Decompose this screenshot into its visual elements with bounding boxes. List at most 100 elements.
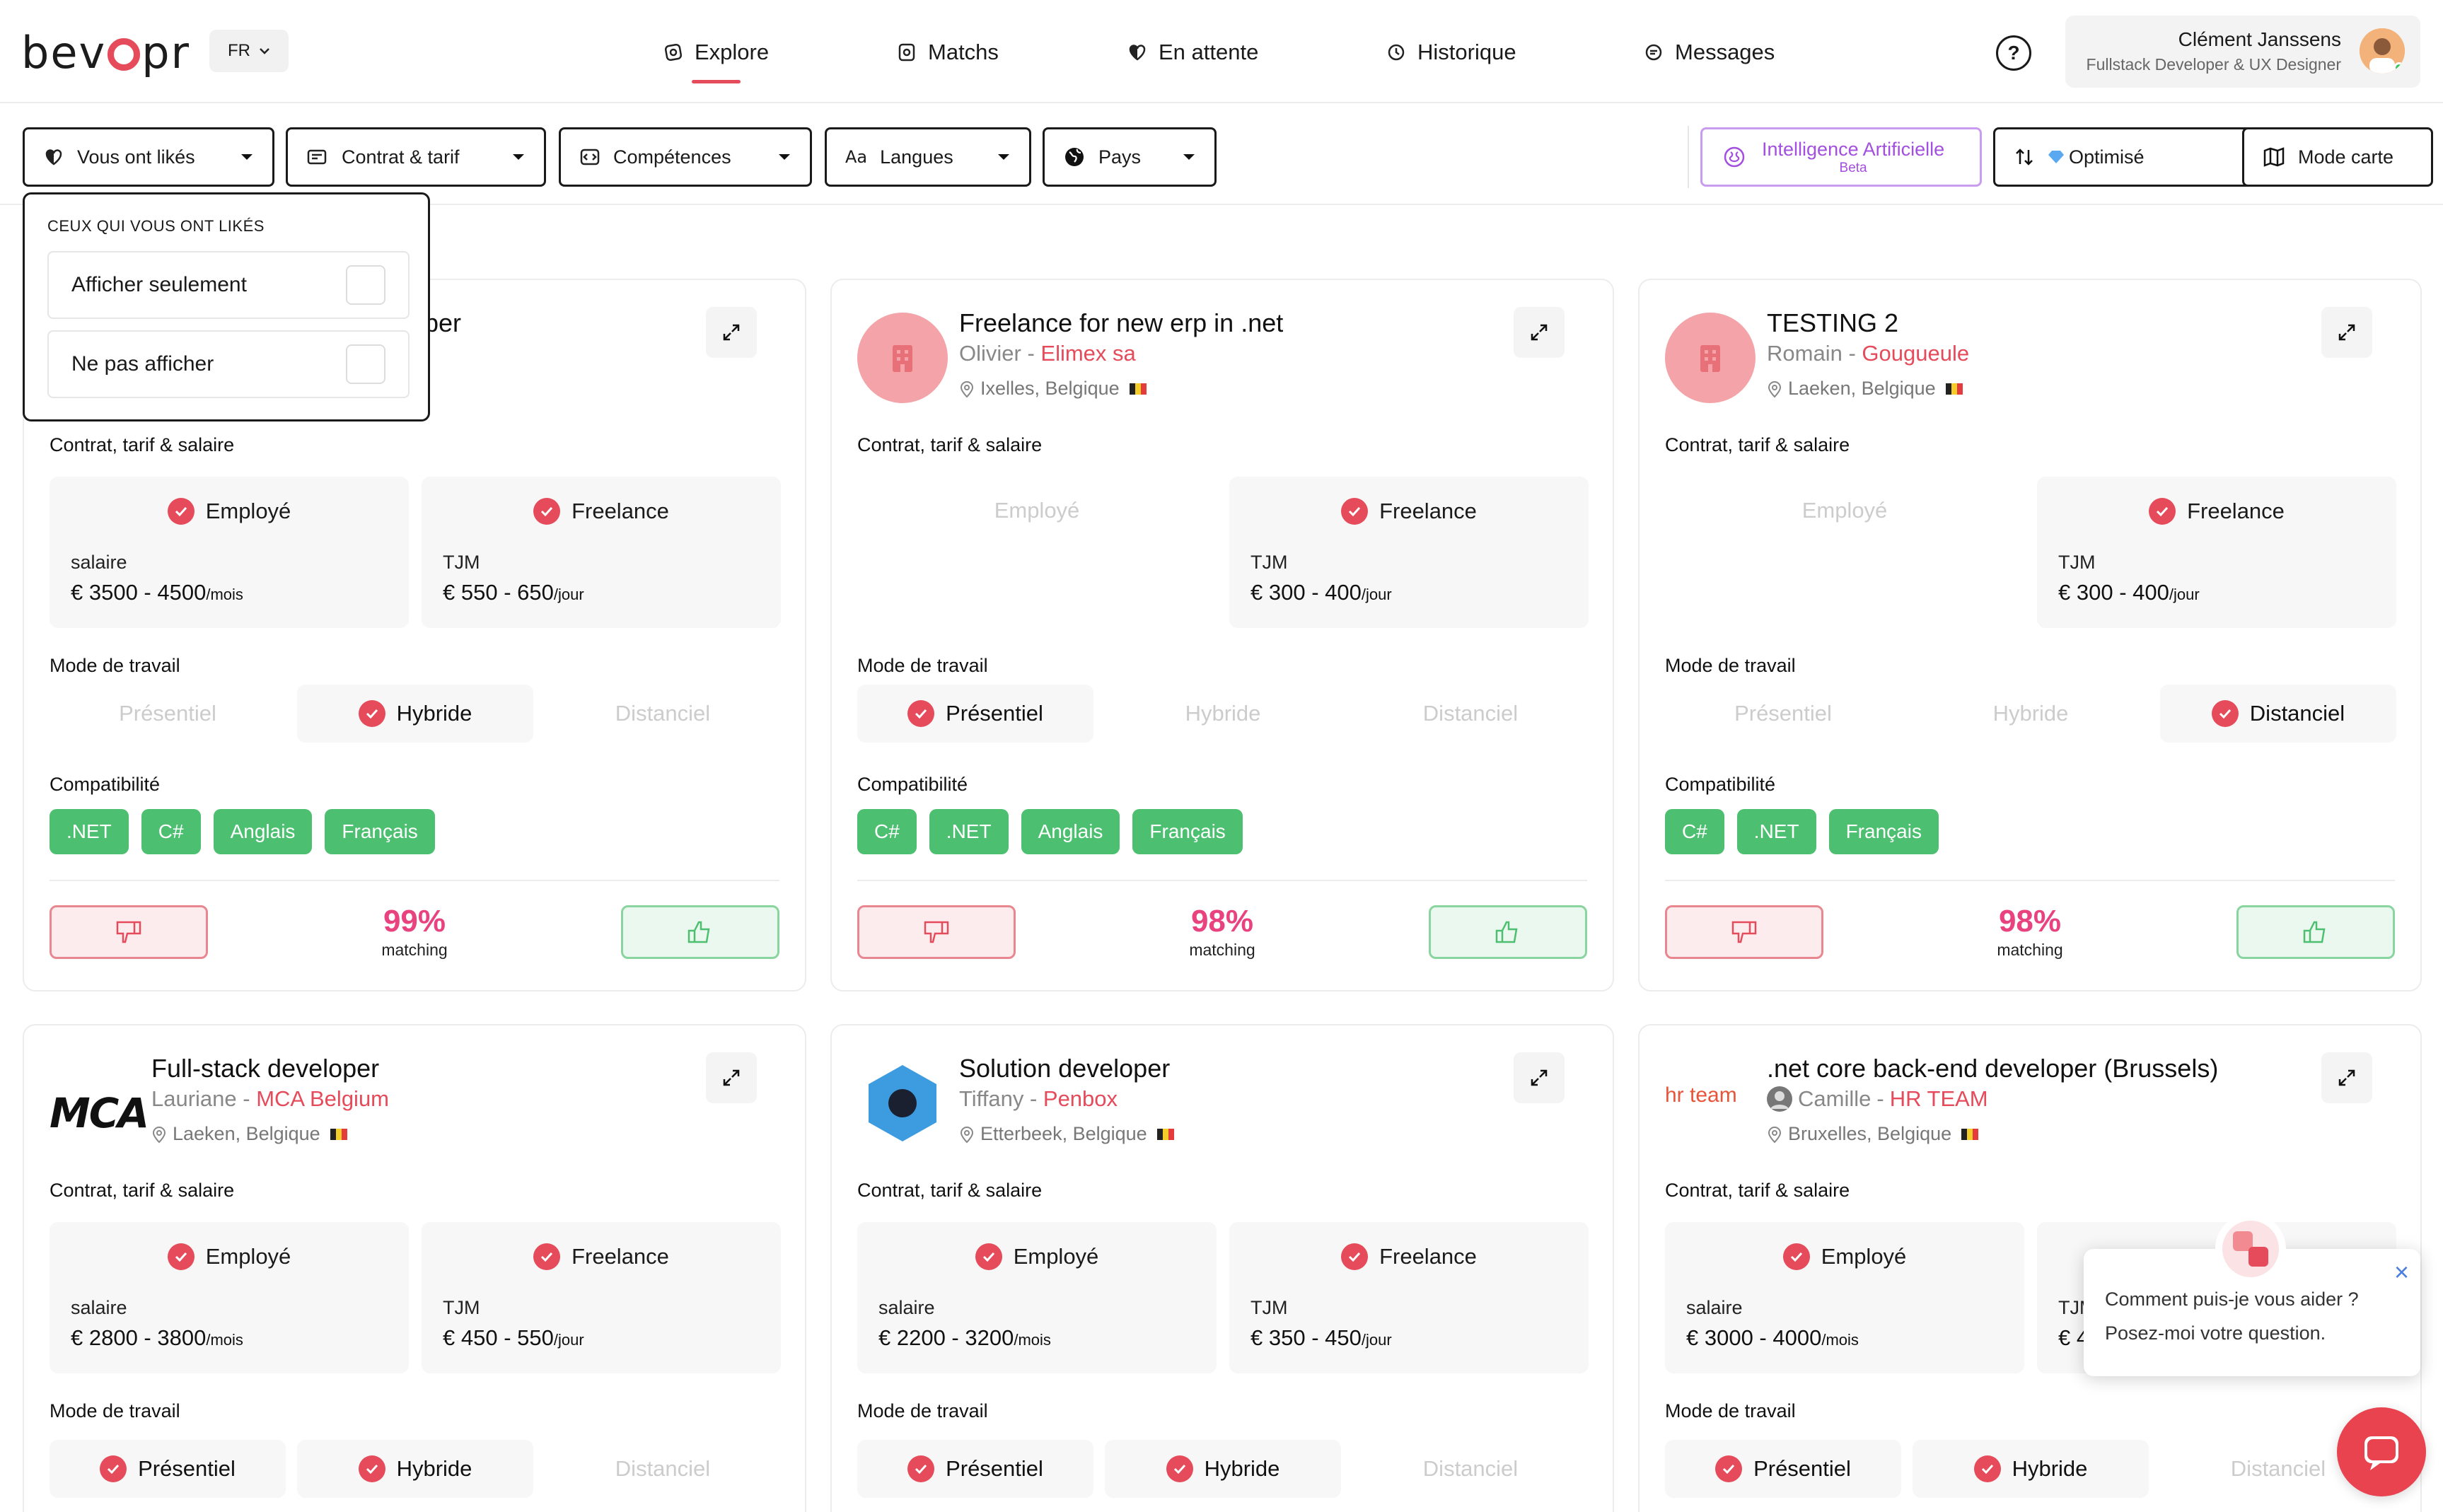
- filter-contract-button[interactable]: Contrat & tarif: [286, 127, 546, 187]
- company-link[interactable]: MCA Belgium: [256, 1086, 389, 1111]
- contract-employee: Employé salaire € 3000 - 4000/mois: [1665, 1222, 2024, 1373]
- location-pin-icon: [960, 1126, 974, 1143]
- check-icon: [533, 498, 561, 525]
- check-icon: [1166, 1455, 1193, 1482]
- tjm-value: € 350 - 450/jour: [1250, 1325, 1392, 1350]
- compat-title: Compatibilité: [50, 774, 161, 795]
- expand-button[interactable]: [706, 1052, 757, 1103]
- company-link[interactable]: Gougueule: [1862, 341, 1969, 366]
- tjm-label: TJM: [1250, 1297, 1288, 1318]
- close-icon[interactable]: ×: [2394, 1257, 2409, 1287]
- filter-liked-button[interactable]: Vous ont likés: [23, 127, 274, 187]
- liked-dropdown: CEUX QUI VOUS ONT LIKÉS Afficher seuleme…: [23, 192, 430, 421]
- diamond-icon: [2048, 151, 2064, 163]
- sort-button[interactable]: Optimisé: [1993, 127, 2276, 187]
- nav-historique[interactable]: Historique: [1386, 31, 1516, 74]
- employee-label: Employé: [1013, 1244, 1099, 1269]
- salary-label: salaire: [71, 552, 127, 573]
- mode-hybrid: Hybride: [1992, 701, 2069, 726]
- chat-greeting: Comment puis-je vous aider ?: [2105, 1289, 2359, 1310]
- skill-tag: Français: [325, 809, 435, 854]
- avatar: [2360, 28, 2405, 74]
- company-link[interactable]: HR TEAM: [1890, 1086, 1988, 1112]
- expand-icon: [1531, 324, 1548, 341]
- filter-country-button[interactable]: Pays: [1043, 127, 1217, 187]
- expand-icon: [723, 324, 740, 341]
- ai-filter-button[interactable]: Intelligence Artificielle Beta: [1700, 127, 1982, 187]
- tjm-label: TJM: [443, 1297, 480, 1318]
- expand-button[interactable]: [2321, 1052, 2372, 1103]
- contract-employee: Employé: [1665, 477, 2024, 628]
- expand-icon: [1531, 1069, 1548, 1086]
- work-mode-title: Mode de travail: [857, 655, 988, 676]
- contract-section-title: Contrat, tarif & salaire: [50, 434, 235, 455]
- skill-tag: Français: [1132, 809, 1243, 854]
- like-button[interactable]: [621, 905, 779, 959]
- code-icon: [580, 149, 600, 165]
- active-tab-indicator: [692, 80, 741, 83]
- expand-button[interactable]: [706, 307, 757, 358]
- check-icon: [358, 700, 385, 727]
- mode-onsite: Présentiel: [1734, 701, 1832, 726]
- job-card[interactable]: Freelance for new erp in .net Olivier - …: [830, 279, 1614, 991]
- contract-freelance: Freelance TJM € 450 - 550/jour: [422, 1222, 781, 1373]
- expand-button[interactable]: [1514, 307, 1565, 358]
- freelance-label: Freelance: [571, 499, 669, 523]
- expand-button[interactable]: [2321, 307, 2372, 358]
- company-link[interactable]: Elimex sa: [1040, 341, 1135, 366]
- job-title: Solution developer: [959, 1054, 1171, 1083]
- work-mode-title: Mode de travail: [1665, 655, 1796, 676]
- filter-liked-label: Vous ont likés: [77, 146, 195, 168]
- card-divider: [857, 880, 1587, 881]
- like-button[interactable]: [1429, 905, 1587, 959]
- company-link[interactable]: Penbox: [1043, 1086, 1118, 1111]
- tjm-label: TJM: [443, 552, 480, 573]
- expand-button[interactable]: [1514, 1052, 1565, 1103]
- chat-bubble-icon: [2364, 1436, 2398, 1470]
- tjm-value: € 450 - 550/jour: [443, 1325, 584, 1350]
- expand-icon: [2338, 1069, 2355, 1086]
- job-contact: Tiffany - Penbox: [959, 1086, 1118, 1111]
- language-select[interactable]: FR: [209, 30, 289, 72]
- user-profile[interactable]: Clément Janssens Fullstack Developer & U…: [2065, 16, 2420, 88]
- nav-explore[interactable]: Explore: [663, 31, 769, 83]
- tjm-label: TJM: [1250, 552, 1288, 573]
- job-card[interactable]: TESTING 2 Romain - Gougueule Laeken, Bel…: [1638, 279, 2422, 991]
- option-hide-checkbox[interactable]: [346, 344, 385, 384]
- freelance-label: Freelance: [1379, 1244, 1477, 1269]
- job-card[interactable]: MCA Full-stack developer Lauriane - MCA …: [23, 1024, 806, 1512]
- chat-button[interactable]: [2337, 1407, 2426, 1496]
- nav-en-attente[interactable]: En attente: [1127, 31, 1258, 74]
- sort-label: Optimisé: [2069, 146, 2145, 168]
- skill-tags: C# .NET Français: [1665, 809, 1939, 854]
- work-mode-title: Mode de travail: [857, 1400, 988, 1421]
- option-hide[interactable]: Ne pas afficher: [47, 330, 410, 398]
- message-icon: [1645, 44, 1662, 61]
- mode-remote: Distanciel: [615, 1456, 711, 1481]
- filter-skills-button[interactable]: Compétences: [559, 127, 812, 187]
- filter-languages-button[interactable]: Aa Langues: [825, 127, 1031, 187]
- option-show-only-checkbox[interactable]: [346, 265, 385, 305]
- freelance-label: Freelance: [2187, 499, 2285, 523]
- chatbot-logo: [2215, 1214, 2286, 1284]
- like-button[interactable]: [2236, 905, 2395, 959]
- map-mode-button[interactable]: Mode carte: [2242, 127, 2433, 187]
- mode-hybrid: Hybride: [1913, 1440, 2149, 1498]
- heart-half-icon: [1129, 45, 1146, 61]
- salary-value: € 2200 - 3200/mois: [878, 1325, 1051, 1350]
- mode-onsite: Présentiel: [857, 1440, 1093, 1498]
- belgium-flag-icon: [330, 1128, 347, 1140]
- bevopr-logo[interactable]: bev pr: [21, 27, 190, 78]
- chevron-down-icon: [260, 48, 269, 54]
- contract-section-title: Contrat, tarif & salaire: [857, 434, 1043, 455]
- card-divider: [1665, 880, 2395, 881]
- nav-messages[interactable]: Messages: [1644, 31, 1775, 74]
- chat-prompt: Posez-moi votre question.: [2105, 1322, 2326, 1344]
- nav-matchs[interactable]: Matchs: [897, 31, 999, 74]
- job-card[interactable]: Solution developer Tiffany - Penbox Ette…: [830, 1024, 1614, 1512]
- building-icon: [1700, 345, 1720, 372]
- job-contact: Olivier - Elimex sa: [959, 341, 1136, 366]
- contract-section-title: Contrat, tarif & salaire: [857, 1180, 1043, 1201]
- help-icon[interactable]: ?: [1996, 35, 2031, 71]
- option-show-only[interactable]: Afficher seulement: [47, 251, 410, 319]
